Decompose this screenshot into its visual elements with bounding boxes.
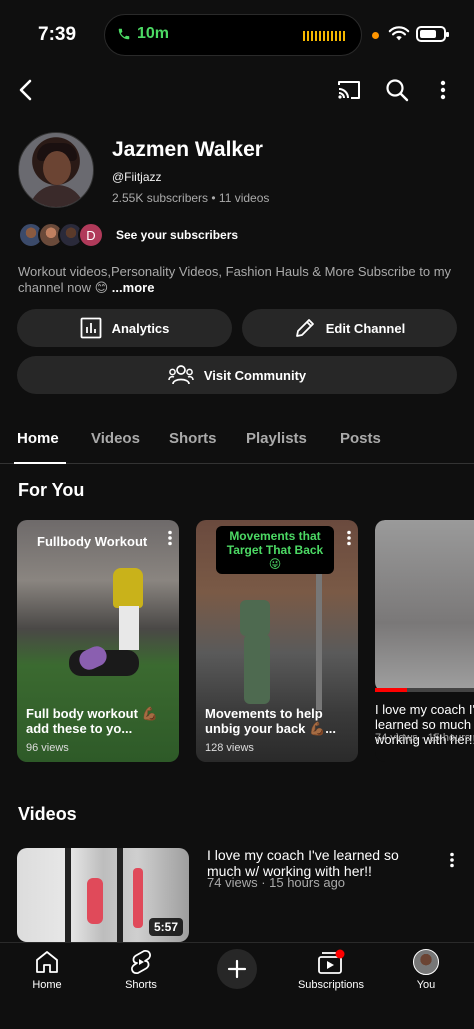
more-vert-icon [168,530,172,546]
nav-you-label: You [416,979,436,991]
wifi-icon [388,26,410,41]
call-duration: 10m [137,25,170,42]
subscriber-avatar: D [78,222,104,248]
description-text: Workout videos,Personality Videos, Fashi… [18,264,452,295]
card-more-button[interactable] [167,530,173,551]
scene-figure [113,568,143,608]
more-vert-icon [440,80,446,100]
home-icon [36,951,58,973]
channel-handle: @Fiitjazz [112,170,162,184]
more-vert-icon [450,852,454,868]
scene-figure [65,848,71,942]
analytics-button[interactable]: Analytics [17,309,232,347]
search-button[interactable] [383,76,411,104]
video-more-button[interactable] [444,850,460,870]
nav-home-label: Home [32,979,62,991]
card-title: Full body workout 💪🏾 add these to yo... [26,706,158,736]
edit-channel-label: Edit Channel [325,320,406,336]
for-you-card[interactable]: Movements that Target That Back😜 Movemen… [196,520,358,762]
overlay-label: Fullbody Workout [37,534,148,549]
tab-videos[interactable]: Videos [91,430,140,447]
for-you-card[interactable]: I love my coach I've learned so much w/ … [375,520,474,762]
status-time: 7:39 [38,24,77,45]
video-meta: 74 views · 15 hours ago [207,875,346,890]
see-subscribers-row[interactable]: D See your subscribers [18,222,238,248]
bottom-navigation: Home Shorts Subscriptions You [0,942,474,1029]
more-vert-icon [347,530,351,546]
edit-channel-button[interactable]: Edit Channel [242,309,457,347]
tab-posts[interactable]: Posts [340,430,381,447]
card-views: 74 views · 15 hours ago [375,732,474,744]
for-you-heading: For You [18,480,85,500]
create-button[interactable] [217,949,257,989]
nav-subscriptions-label: Subscriptions [297,979,365,991]
more-link[interactable]: ...more [112,280,155,295]
mic-indicator-icon [372,32,379,39]
tab-shorts[interactable]: Shorts [169,430,217,447]
scene-figure [244,634,270,704]
scene-figure [133,868,143,928]
scene-figure [117,848,123,942]
cast-icon [338,81,360,99]
chevron-left-icon [19,79,32,101]
subscriptions-icon [318,949,345,974]
channel-name: Jazmen Walker [112,138,263,161]
card-views: 128 views [205,742,254,754]
pencil-icon [295,319,314,337]
battery-icon [416,26,449,42]
shorts-icon [131,950,151,974]
visit-community-button[interactable]: Visit Community [17,356,457,394]
card-views: 96 views [26,742,69,754]
overlay-label: Movements that Target That Back😜 [216,526,334,574]
audio-waveform-icon [303,31,347,41]
analytics-label: Analytics [111,320,170,336]
community-icon [168,365,194,385]
channel-tabs: Home Videos Shorts Playlists Posts [0,422,474,464]
card-more-button[interactable] [346,530,352,551]
scene-figure [240,600,270,636]
nav-you[interactable]: You [386,949,466,991]
more-options-button[interactable] [432,76,454,104]
channel-stats: 2.55K subscribers • 11 videos [112,191,270,205]
plus-icon [227,959,247,979]
scene-figure [119,606,139,650]
card-thumbnail [375,520,474,692]
analytics-icon [80,317,101,339]
cast-button[interactable] [334,76,364,104]
tab-home[interactable]: Home [17,430,59,447]
phone-icon [118,28,130,40]
dynamic-island[interactable]: 10m [104,14,362,56]
search-icon [386,79,409,102]
status-bar: 7:39 10m [0,0,474,70]
scene-figure [87,878,103,924]
tab-playlists[interactable]: Playlists [246,430,307,447]
scene-figure [316,570,322,710]
top-app-bar [0,70,474,112]
visit-community-label: Visit Community [203,367,307,383]
call-indicator: 10m [117,25,169,43]
see-subscribers-link[interactable]: See your subscribers [116,228,238,242]
nav-home[interactable]: Home [7,949,87,991]
video-thumbnail[interactable]: 5:57 [17,848,189,942]
channel-avatar[interactable] [18,132,94,208]
nav-shorts-label: Shorts [125,979,157,991]
videos-heading: Videos [18,804,77,824]
card-title: Movements to help unbig your back 💪🏾... [205,706,337,736]
profile-avatar [413,949,439,975]
nav-subscriptions[interactable]: Subscriptions [291,949,371,991]
for-you-card[interactable]: Fullbody Workout Full body workout 💪🏾 ad… [17,520,179,762]
watch-progress-bar [375,688,474,692]
nav-shorts[interactable]: Shorts [101,949,181,991]
channel-description[interactable]: Workout videos,Personality Videos, Fashi… [18,264,458,296]
active-tab-indicator [14,462,66,464]
back-button[interactable] [12,76,40,104]
video-duration: 5:57 [148,918,183,936]
